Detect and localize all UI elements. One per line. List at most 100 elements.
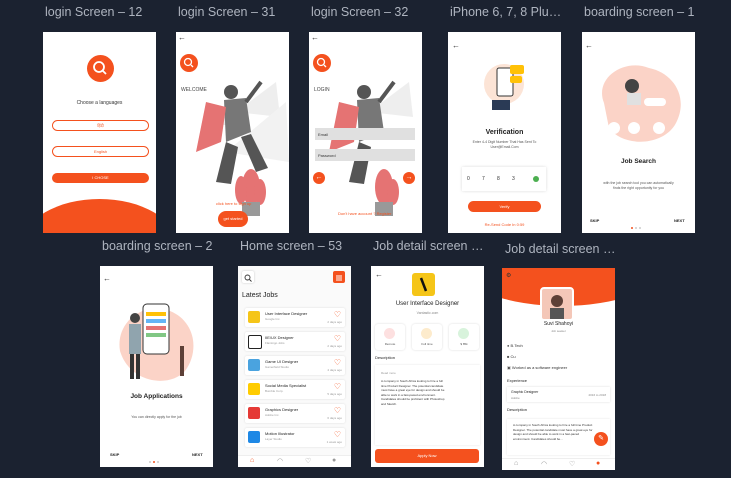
language-english-option[interactable]: English <box>52 146 149 157</box>
verification-frame: ← Verification Enter 4-4 Digit Number Th… <box>448 32 561 233</box>
language-heading: Choose a languages <box>76 100 123 106</box>
job-title: IIE/UX Designer <box>265 335 294 340</box>
frame-title: boarding screen – 1 <box>584 5 695 19</box>
posted-date: 6 days ago <box>327 416 342 420</box>
profile-row: ● B.Tech <box>507 343 523 348</box>
home-icon[interactable]: ⌂ <box>514 460 518 467</box>
company-logo <box>248 383 260 395</box>
heart-icon[interactable]: ♡ <box>305 457 311 465</box>
verify-button[interactable]: Verify <box>468 201 541 212</box>
description-card: Read more A company in South Africa look… <box>375 365 480 445</box>
email-placeholder: Email <box>318 132 329 137</box>
posted-date: 5 days ago <box>327 392 342 396</box>
posted-date: 2 days ago <box>327 320 342 324</box>
search-icon <box>183 57 194 68</box>
frame-title: Job detail screen – 1 <box>373 239 486 253</box>
search-button[interactable] <box>242 271 254 283</box>
heart-icon[interactable]: ♡ <box>334 406 341 415</box>
language-hindi-option[interactable]: हिंदी <box>52 120 149 131</box>
posted-date: 2 days ago <box>327 344 342 348</box>
bell-icon[interactable]: ◠ <box>541 460 547 468</box>
job-card[interactable]: IIE/UX Designer Flamingo Jobs ♡ 2 days a… <box>245 332 345 351</box>
back-arrow-icon[interactable]: ← <box>375 270 383 279</box>
profile-role: Job seeker <box>551 329 566 333</box>
skip-button[interactable]: SKIP <box>110 452 119 457</box>
apply-now-button[interactable]: Apply Now <box>375 449 479 463</box>
login-12-frame: Choose a languages हिंदी English I CHOSE <box>43 32 156 233</box>
back-arrow-icon[interactable]: ← <box>103 274 111 283</box>
job-card[interactable]: Motion Illustrator Layer Studio ♡ 1 week… <box>245 428 345 447</box>
filter-icon <box>336 275 342 281</box>
code-digit[interactable]: 0 <box>467 176 470 182</box>
password-field[interactable]: Password <box>315 149 415 161</box>
job-card[interactable]: Social Media Specialist Bumble Corp. ♡ 5… <box>245 380 345 399</box>
company-logo <box>248 407 260 419</box>
resend-link[interactable]: Re-Send Code In 0:59 <box>448 222 561 227</box>
page-indicator <box>630 216 642 233</box>
frame-title: login Screen – 32 <box>311 5 409 19</box>
code-digit[interactable]: 3 <box>512 176 515 182</box>
description-text: A company in South Africa looking to hir… <box>513 423 593 441</box>
choose-button[interactable]: I CHOSE <box>52 173 149 183</box>
back-arrow-icon[interactable]: ← <box>585 41 593 50</box>
heart-icon[interactable]: ♡ <box>569 460 575 468</box>
job-chip: Remote <box>375 324 405 350</box>
login-heading: LOGIN <box>314 87 330 93</box>
get-started-button[interactable]: get started <box>218 211 248 227</box>
back-arrow-icon[interactable]: ← <box>452 41 460 50</box>
briefcase-icon <box>421 328 432 339</box>
back-arrow-icon[interactable]: ← <box>178 33 186 42</box>
heart-icon[interactable]: ♡ <box>334 334 341 343</box>
next-button[interactable]: NEXT <box>192 452 203 457</box>
home-icon[interactable]: ⌂ <box>250 457 254 464</box>
code-digit[interactable]: 7 <box>482 176 485 182</box>
bell-icon[interactable]: ◠ <box>277 457 283 465</box>
prev-arrow-icon[interactable]: ← <box>313 172 325 184</box>
skip-button[interactable]: SKIP <box>590 218 599 223</box>
job-chip: $ 85k <box>449 324 479 350</box>
search-icon <box>316 57 327 68</box>
verification-title: Verification <box>485 129 524 136</box>
profile-row: ▣ Worked as a software engineer <box>507 365 568 370</box>
email-field[interactable]: Email <box>315 128 415 140</box>
next-arrow-icon[interactable]: → <box>403 172 415 184</box>
read-more-link[interactable]: Read more <box>381 371 396 375</box>
company-logo <box>248 311 260 323</box>
back-arrow-icon[interactable]: ← <box>311 33 319 42</box>
company-name: Gamerfield Studio <box>265 365 290 369</box>
description-heading: Description <box>375 355 396 360</box>
profile-icon[interactable]: ● <box>332 457 336 464</box>
job-card[interactable]: Graphics Designer Adobe Inc. ♡ 6 days ag… <box>245 404 345 423</box>
code-entry-box[interactable]: 0 7 8 3 <box>462 167 546 191</box>
frame-title: Home screen – 53 <box>240 239 343 253</box>
heart-icon[interactable]: ♡ <box>334 310 341 319</box>
welcome-text: WELCOME <box>181 87 207 93</box>
job-card[interactable]: Game UI Designer Gamerfield Studio ♡ 4 d… <box>245 356 345 375</box>
company-name: Adobe Inc. <box>265 413 280 417</box>
jumping-man-illustration <box>329 80 413 216</box>
experience-date: 2016 to 2018 <box>588 393 606 397</box>
description-text: A company in South Africa looking to hir… <box>381 379 445 406</box>
job-title: Game UI Designer <box>265 359 299 364</box>
onboarding-title: Job Applications <box>130 393 183 400</box>
register-link[interactable]: Don't have account ? Register <box>338 211 391 216</box>
code-digit[interactable]: 8 <box>497 176 500 182</box>
edit-icon[interactable]: ✎ <box>594 432 608 446</box>
search-icon <box>244 274 252 282</box>
person-avatar-icon <box>550 295 564 319</box>
heart-icon[interactable]: ♡ <box>334 382 341 391</box>
salary-icon <box>458 328 469 339</box>
filter-button[interactable] <box>333 271 345 283</box>
signup-link[interactable]: click here to sign up <box>216 201 251 206</box>
heart-icon[interactable]: ♡ <box>334 358 341 367</box>
profile-icon[interactable]: ● <box>596 460 600 467</box>
chip-label: $ 85k <box>460 342 468 346</box>
next-button[interactable]: NEXT <box>674 218 685 223</box>
settings-icon[interactable]: ⚙ <box>506 272 511 279</box>
orange-wave <box>43 199 156 233</box>
frame-title: login Screen – 12 <box>45 5 143 19</box>
job-card[interactable]: User Interface Designer Google Inc. ♡ 2 … <box>245 308 345 327</box>
job-title: User Interface Designer <box>395 301 460 307</box>
bottom-nav: ⌂ ◠ ♡ ● <box>502 458 615 470</box>
heart-icon[interactable]: ♡ <box>334 430 341 439</box>
